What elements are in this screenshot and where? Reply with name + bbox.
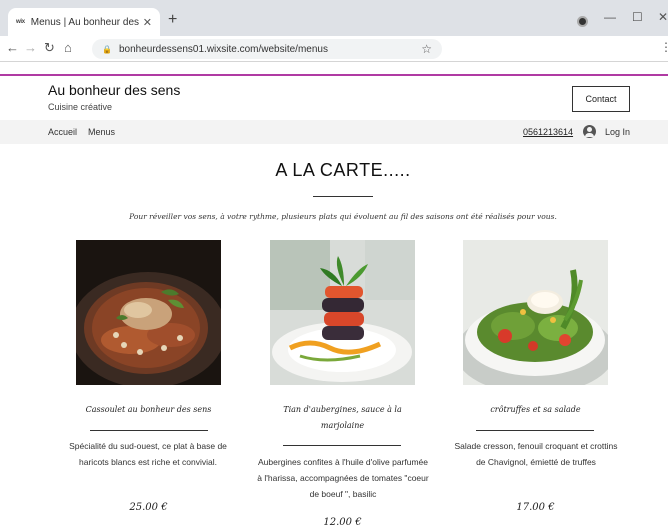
dish-price: 25.00 € bbox=[129, 502, 168, 513]
maximize-icon[interactable]: ☐ bbox=[632, 10, 643, 24]
dish-divider bbox=[90, 430, 208, 431]
site-subtitle: Cuisine créative bbox=[48, 102, 113, 112]
phone-link[interactable]: 0561213614 bbox=[523, 127, 573, 137]
star-icon[interactable]: ☆ bbox=[421, 42, 432, 56]
address-toolbar: ← → ↻ ⌂ 🔒 bonheurdessens01.wixsite.com/w… bbox=[0, 36, 668, 62]
menu-intro: Pour réveiller vos sens, à votre rythme,… bbox=[129, 212, 557, 221]
window-close-icon[interactable]: ✕ bbox=[658, 10, 668, 24]
home-icon[interactable]: ⌂ bbox=[64, 40, 72, 56]
tab-title: Menus | Au bonheur des sens bbox=[30, 16, 139, 28]
wix-favicon-icon: wix bbox=[16, 19, 25, 25]
salade-image[interactable] bbox=[463, 240, 608, 385]
dish-price: 12.00 € bbox=[323, 517, 362, 528]
contact-button[interactable]: Contact bbox=[572, 86, 630, 112]
url-text: bonheurdessens01.wixsite.com/website/men… bbox=[118, 43, 328, 55]
site-navigation: Accueil Menus 0561213614 Log In bbox=[0, 120, 668, 144]
profile-icon[interactable] bbox=[577, 16, 588, 27]
back-arrow-icon[interactable]: ← bbox=[6, 40, 19, 56]
dish-divider bbox=[283, 445, 401, 446]
minimize-icon[interactable]: — bbox=[604, 10, 616, 24]
dish-price: 17.00 € bbox=[516, 502, 555, 513]
cassoulet-image[interactable] bbox=[76, 240, 221, 385]
reload-icon[interactable]: ↻ bbox=[44, 40, 55, 56]
kebab-menu-icon[interactable]: ⋮ bbox=[660, 40, 668, 54]
tab-close-icon[interactable]: ✕ bbox=[143, 16, 152, 29]
heading-divider bbox=[313, 196, 373, 197]
url-input[interactable]: 🔒 bonheurdessens01.wixsite.com/website/m… bbox=[92, 39, 442, 59]
browser-tab[interactable]: wix Menus | Au bonheur des sens ✕ bbox=[8, 8, 160, 36]
nav-link-accueil[interactable]: Accueil bbox=[48, 127, 77, 137]
dish-description: Salade cresson, fenouil croquant et crot… bbox=[454, 441, 618, 467]
dish-name: Cassoulet au bonheur des sens bbox=[85, 405, 212, 414]
dish-name: Tian d'aubergines, sauce à la marjolaine bbox=[283, 405, 402, 430]
dish-divider bbox=[476, 430, 594, 431]
nav-link-menus[interactable]: Menus bbox=[88, 127, 115, 137]
bookmark-bar bbox=[0, 62, 668, 74]
forward-arrow-icon[interactable]: → bbox=[24, 40, 37, 56]
user-icon[interactable] bbox=[583, 125, 596, 138]
tian-aubergines-image[interactable] bbox=[270, 240, 415, 385]
menu-heading: A LA CARTE..... bbox=[275, 160, 411, 180]
lock-icon: 🔒 bbox=[102, 44, 112, 54]
browser-tab-strip: wix Menus | Au bonheur des sens ✕ + — ☐ … bbox=[0, 0, 668, 36]
site-header: Au bonheur des sens Cuisine créative Con… bbox=[0, 76, 668, 120]
dish-description: Spécialité du sud-ouest, ce plat à base … bbox=[69, 441, 227, 467]
dish-name: crôtruffes et sa salade bbox=[490, 405, 581, 414]
new-tab-icon[interactable]: + bbox=[168, 12, 177, 28]
site-title[interactable]: Au bonheur des sens bbox=[48, 82, 180, 98]
dish-description: Aubergines confites à l'huile d'olive pa… bbox=[257, 457, 429, 499]
login-link[interactable]: Log In bbox=[605, 127, 630, 137]
